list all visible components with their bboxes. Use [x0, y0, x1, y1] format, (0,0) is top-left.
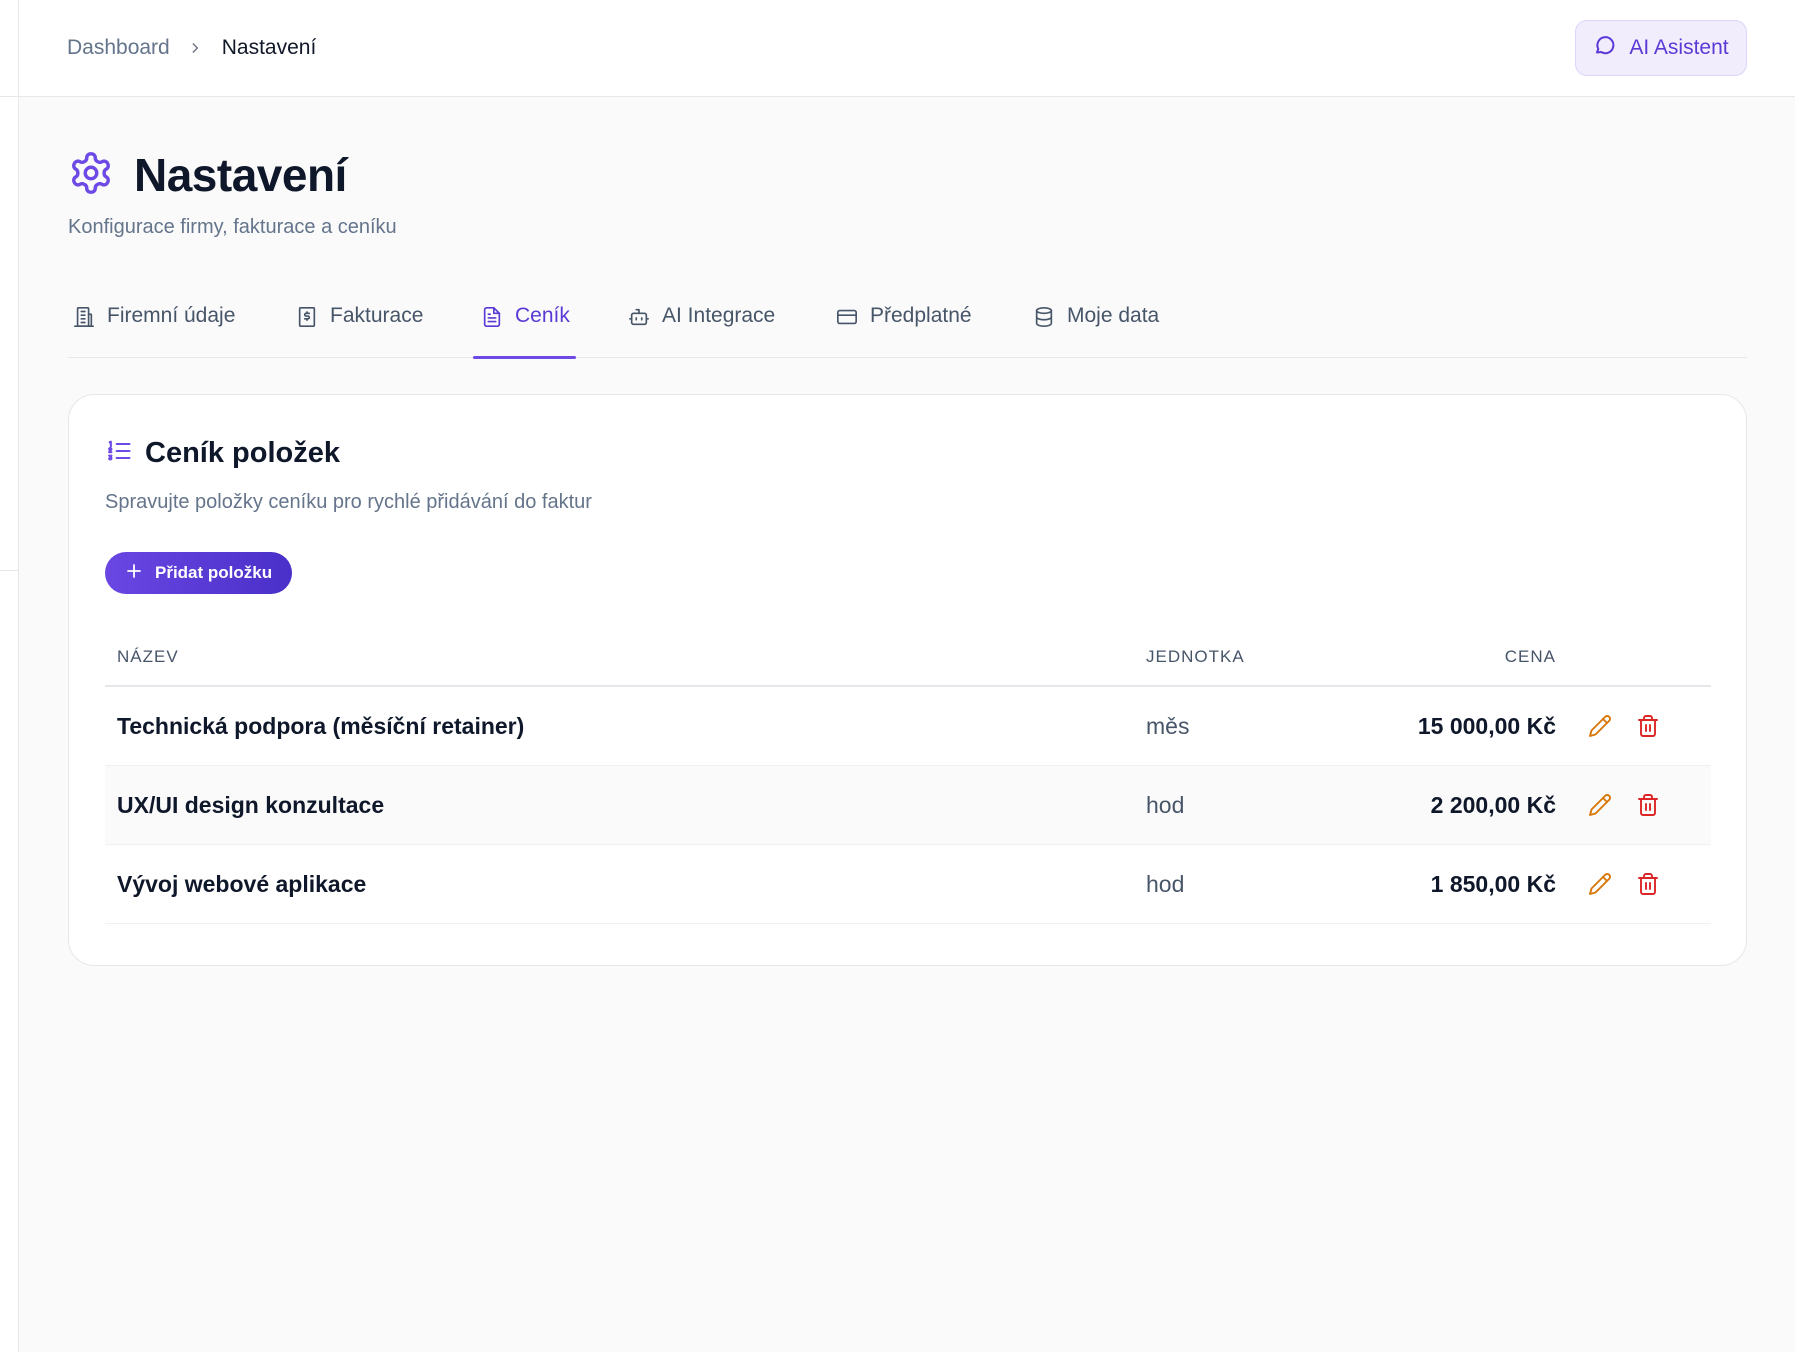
pencil-icon[interactable]	[1587, 871, 1613, 897]
item-unit: hod	[1146, 792, 1185, 818]
price-list-table: NÁZEV JEDNOTKA CENA Technická podpora (m…	[105, 629, 1711, 924]
table-row: Technická podpora (měsíční retainer) měs…	[105, 687, 1711, 766]
bot-icon	[628, 304, 650, 334]
tab-label: Firemní údaje	[107, 304, 236, 327]
tab-label: Předplatné	[870, 304, 972, 327]
table-header: NÁZEV JEDNOTKA CENA	[105, 629, 1711, 687]
column-header-unit: JEDNOTKA	[1146, 647, 1245, 666]
document-icon	[481, 304, 503, 334]
tab-cenik[interactable]: Ceník	[473, 298, 576, 359]
receipt-dollar-icon	[296, 304, 318, 334]
credit-card-icon	[836, 304, 858, 334]
database-icon	[1033, 304, 1055, 334]
breadcrumb: Dashboard Nastavení	[67, 36, 316, 60]
page-subtitle: Konfigurace firmy, fakturace a ceníku	[68, 216, 397, 238]
page-header: Nastavení	[68, 148, 347, 202]
add-item-label: Přidat položku	[155, 563, 273, 582]
item-unit: měs	[1146, 713, 1190, 739]
pencil-icon[interactable]	[1587, 713, 1613, 739]
price-list-card: Ceník položek Spravujte položky ceníku p…	[68, 394, 1747, 966]
tab-label: Ceník	[515, 304, 570, 327]
trash-icon[interactable]	[1635, 871, 1661, 897]
item-price: 2 200,00 Kč	[1430, 792, 1556, 818]
tab-firemni-udaje[interactable]: Firemní údaje	[73, 298, 235, 358]
table-row: Vývoj webové aplikace hod 1 850,00 Kč	[105, 845, 1711, 924]
item-unit: hod	[1146, 871, 1185, 897]
rail-divider	[0, 96, 19, 97]
item-name: Technická podpora (měsíční retainer)	[117, 713, 525, 739]
card-header: Ceník položek	[105, 437, 340, 470]
left-sidebar-rail	[0, 0, 19, 1352]
plus-icon	[125, 562, 143, 585]
top-bar: Dashboard Nastavení AI Asistent	[19, 0, 1795, 97]
tab-fakturace[interactable]: Fakturace	[296, 298, 423, 358]
building-icon	[73, 304, 95, 334]
column-header-name: NÁZEV	[117, 647, 179, 666]
settings-tabs: Firemní údaje Fakturace Ceník AI Integra…	[68, 298, 1747, 359]
item-price: 15 000,00 Kč	[1417, 713, 1556, 739]
item-price: 1 850,00 Kč	[1430, 871, 1556, 897]
ai-assistant-button[interactable]: AI Asistent	[1575, 20, 1747, 76]
tab-label: Moje data	[1067, 304, 1160, 327]
tab-label: Fakturace	[330, 304, 424, 327]
tab-predplatne[interactable]: Předplatné	[836, 298, 972, 358]
ai-assistant-label: AI Asistent	[1629, 36, 1729, 59]
gear-icon	[68, 150, 114, 201]
tab-moje-data[interactable]: Moje data	[1033, 298, 1159, 358]
item-name: UX/UI design konzultace	[117, 792, 385, 818]
list-ordered-icon	[105, 437, 133, 470]
trash-icon[interactable]	[1635, 792, 1661, 818]
breadcrumb-dashboard-link[interactable]: Dashboard	[67, 36, 170, 60]
card-title: Ceník položek	[145, 437, 340, 469]
tab-ai-integrace[interactable]: AI Integrace	[628, 298, 775, 358]
chevron-right-icon	[188, 41, 202, 55]
table-row: UX/UI design konzultace hod 2 200,00 Kč	[105, 766, 1711, 845]
trash-icon[interactable]	[1635, 713, 1661, 739]
breadcrumb-current: Nastavení	[221, 36, 317, 59]
column-header-price: CENA	[1504, 647, 1556, 666]
page-title: Nastavení	[134, 149, 347, 201]
item-name: Vývoj webové aplikace	[117, 871, 367, 897]
card-description: Spravujte položky ceníku pro rychlé přid…	[105, 491, 592, 513]
add-item-button[interactable]: Přidat položku	[105, 552, 292, 594]
chat-bubble-icon	[1593, 33, 1617, 63]
rail-divider	[0, 570, 19, 571]
tab-label: AI Integrace	[662, 304, 776, 327]
pencil-icon[interactable]	[1587, 792, 1613, 818]
